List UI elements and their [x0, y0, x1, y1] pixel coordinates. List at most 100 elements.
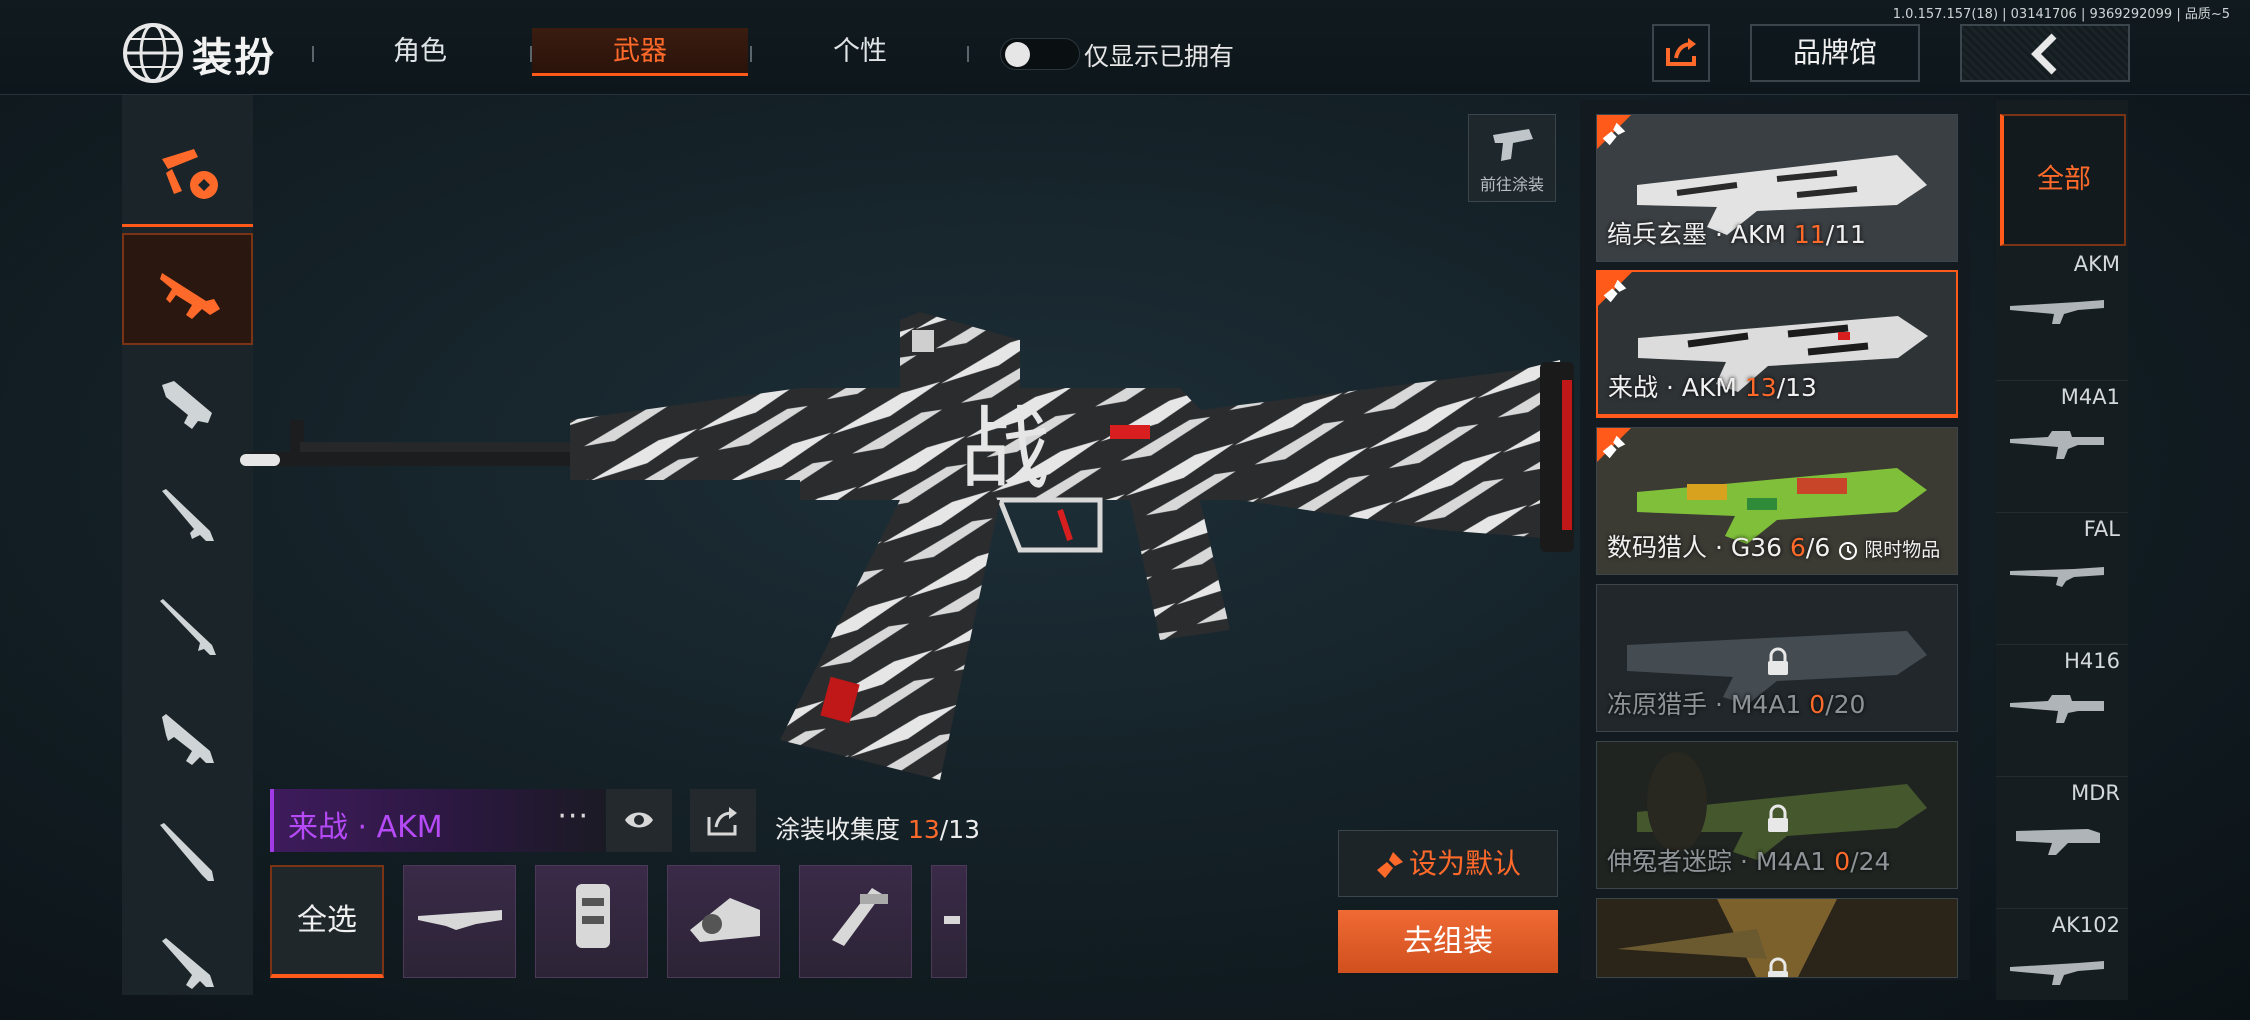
- tab-weapon[interactable]: 武器: [532, 28, 748, 76]
- category-smg[interactable]: [122, 345, 253, 457]
- assault-rifle-icon: [160, 273, 220, 319]
- fal-icon: [2010, 567, 2104, 587]
- part-full-gun[interactable]: [403, 865, 516, 978]
- skin-total: /24: [1850, 847, 1891, 876]
- skin-total: /6: [1805, 533, 1831, 562]
- select-all-button[interactable]: 全选: [270, 865, 384, 978]
- skin-name: 冻原猎手 · M4A1: [1607, 690, 1802, 719]
- skin-owned: 6: [1789, 533, 1806, 562]
- category-dmr[interactable]: [122, 681, 253, 793]
- goto-paint-button[interactable]: 前往涂装: [1468, 114, 1556, 202]
- set-default-label: 设为默认: [1408, 847, 1521, 880]
- eye-icon: [625, 812, 653, 828]
- set-default-button[interactable]: 设为默认: [1338, 830, 1558, 897]
- back-button[interactable]: [1960, 24, 2130, 82]
- lock-icon: [1768, 804, 1788, 832]
- weapon-name: H416: [2064, 649, 2120, 673]
- skin-label: 缟兵玄墨 · AKM 11/11: [1607, 215, 1866, 251]
- skin-total: /13: [1776, 373, 1817, 402]
- category-assault-rifle[interactable]: [122, 233, 253, 345]
- category-shotgun[interactable]: [122, 457, 253, 569]
- goto-paint-label: 前往涂装: [1479, 175, 1544, 194]
- skin-card-locked[interactable]: [1596, 898, 1958, 978]
- brand-hall-button[interactable]: 品牌馆: [1750, 24, 1920, 82]
- filter-weapon-item[interactable]: H416: [1996, 644, 2128, 776]
- weapon-name: M4A1: [2060, 385, 2120, 409]
- svg-text:战: 战: [960, 397, 1050, 502]
- part-sight[interactable]: [667, 865, 780, 978]
- weapon-category-sidebar: [122, 95, 253, 995]
- owned-only-toggle[interactable]: [1000, 38, 1080, 70]
- skin-owned: 11: [1793, 220, 1826, 249]
- stock-part-icon: [832, 888, 888, 946]
- h416-icon: [2010, 695, 2104, 723]
- selected-skin-name: 来战 · AKM: [288, 810, 443, 845]
- top-bar: 1.0.157.157(18) | 03141706 | 9369292099 …: [0, 0, 2250, 95]
- page-title: 装扮: [192, 35, 276, 81]
- skin-label: 数码猎人 · G36 6/6 限时物品: [1607, 528, 1940, 564]
- lock-icon: [1768, 957, 1788, 977]
- filter-all-button[interactable]: 全部: [2000, 114, 2126, 246]
- skin-name: 伸冤者迷踪 · M4A1: [1607, 847, 1827, 876]
- skin-card[interactable]: 缟兵玄墨 · AKM 11/11: [1596, 114, 1958, 262]
- skin-owned: 13: [1744, 373, 1777, 402]
- category-lmg[interactable]: [122, 905, 253, 1017]
- filter-weapon-item[interactable]: MDR: [1996, 776, 2128, 908]
- preview-eye-button[interactable]: [606, 789, 672, 852]
- collection-total: /13: [939, 815, 981, 844]
- skin-card-selected[interactable]: 来战 · AKM 13/13: [1596, 270, 1958, 418]
- part-stock[interactable]: [799, 865, 912, 978]
- weapon-name: AKM: [2073, 252, 2120, 276]
- share-icon: [1666, 38, 1696, 66]
- category-sniper[interactable]: [122, 569, 253, 681]
- skin-card-locked[interactable]: 伸冤者迷踪 · M4A1 0/24: [1596, 741, 1958, 889]
- bolt-rifle-icon: [160, 823, 214, 881]
- part-grip[interactable]: [535, 865, 648, 978]
- weapon-model-akm[interactable]: 战: [240, 300, 1600, 780]
- category-all-weapons[interactable]: [122, 115, 253, 227]
- skin-name: 数码猎人 · G36: [1607, 533, 1783, 562]
- tab-character[interactable]: 角色: [312, 28, 528, 76]
- skin-card-locked[interactable]: 冻原猎手 · M4A1 0/20: [1596, 584, 1958, 732]
- clock-icon: [1839, 541, 1858, 560]
- grip-part-icon: [576, 884, 610, 948]
- brush-icon: [1603, 279, 1627, 303]
- filter-weapon-item[interactable]: AK102: [1996, 908, 2128, 1020]
- skin-total: /20: [1825, 690, 1866, 719]
- all-weapons-icon: [162, 149, 218, 199]
- lmg-icon: [162, 938, 214, 989]
- skin-owned: 0: [1809, 690, 1826, 719]
- part-muzzle[interactable]: [931, 865, 967, 978]
- weapon-name: AK102: [2051, 913, 2120, 937]
- more-options-button[interactable]: ···: [557, 799, 589, 834]
- brush-icon: [1376, 852, 1403, 878]
- share-skin-button[interactable]: [690, 789, 756, 852]
- version-info: 1.0.157.157(18) | 03141706 | 9369292099 …: [1892, 7, 2230, 22]
- back-arrow-icon: [2031, 33, 2057, 75]
- filter-weapon-item[interactable]: M4A1: [1996, 380, 2128, 512]
- brush-icon: [1602, 122, 1626, 146]
- rifle-part-icon: [418, 910, 502, 930]
- filter-weapon-item[interactable]: AKM: [1996, 248, 2128, 380]
- sniper-rifle-icon: [160, 599, 216, 655]
- go-assemble-button[interactable]: 去组装: [1338, 910, 1558, 973]
- selected-skin-name-box: 来战 · AKM ···: [270, 789, 605, 852]
- tab-personality[interactable]: 个性: [752, 28, 968, 76]
- skin-name: 缟兵玄墨 · AKM: [1607, 220, 1786, 249]
- skin-label: 来战 · AKM 13/13: [1608, 368, 1817, 404]
- toggle-knob: [1005, 42, 1030, 67]
- collection-owned: 13: [907, 815, 940, 844]
- ak102-icon: [2010, 961, 2104, 985]
- share-icon: [707, 807, 737, 836]
- skin-owned: 0: [1834, 847, 1851, 876]
- lock-icon: [1768, 647, 1788, 675]
- filter-weapon-item[interactable]: FAL: [1996, 512, 2128, 644]
- smg-icon: [162, 381, 212, 429]
- category-bolt-rifle[interactable]: [122, 793, 253, 905]
- share-button[interactable]: [1652, 24, 1710, 82]
- akm-icon: [2010, 300, 2104, 324]
- skin-card[interactable]: 数码猎人 · G36 6/6 限时物品: [1596, 427, 1958, 575]
- weapon-filter-list: 全部 AKM M4A1 FAL H416 MDR AK102: [1996, 100, 2128, 1000]
- collection-progress: 涂装收集度 13/13: [775, 810, 980, 846]
- dmr-icon: [162, 714, 214, 765]
